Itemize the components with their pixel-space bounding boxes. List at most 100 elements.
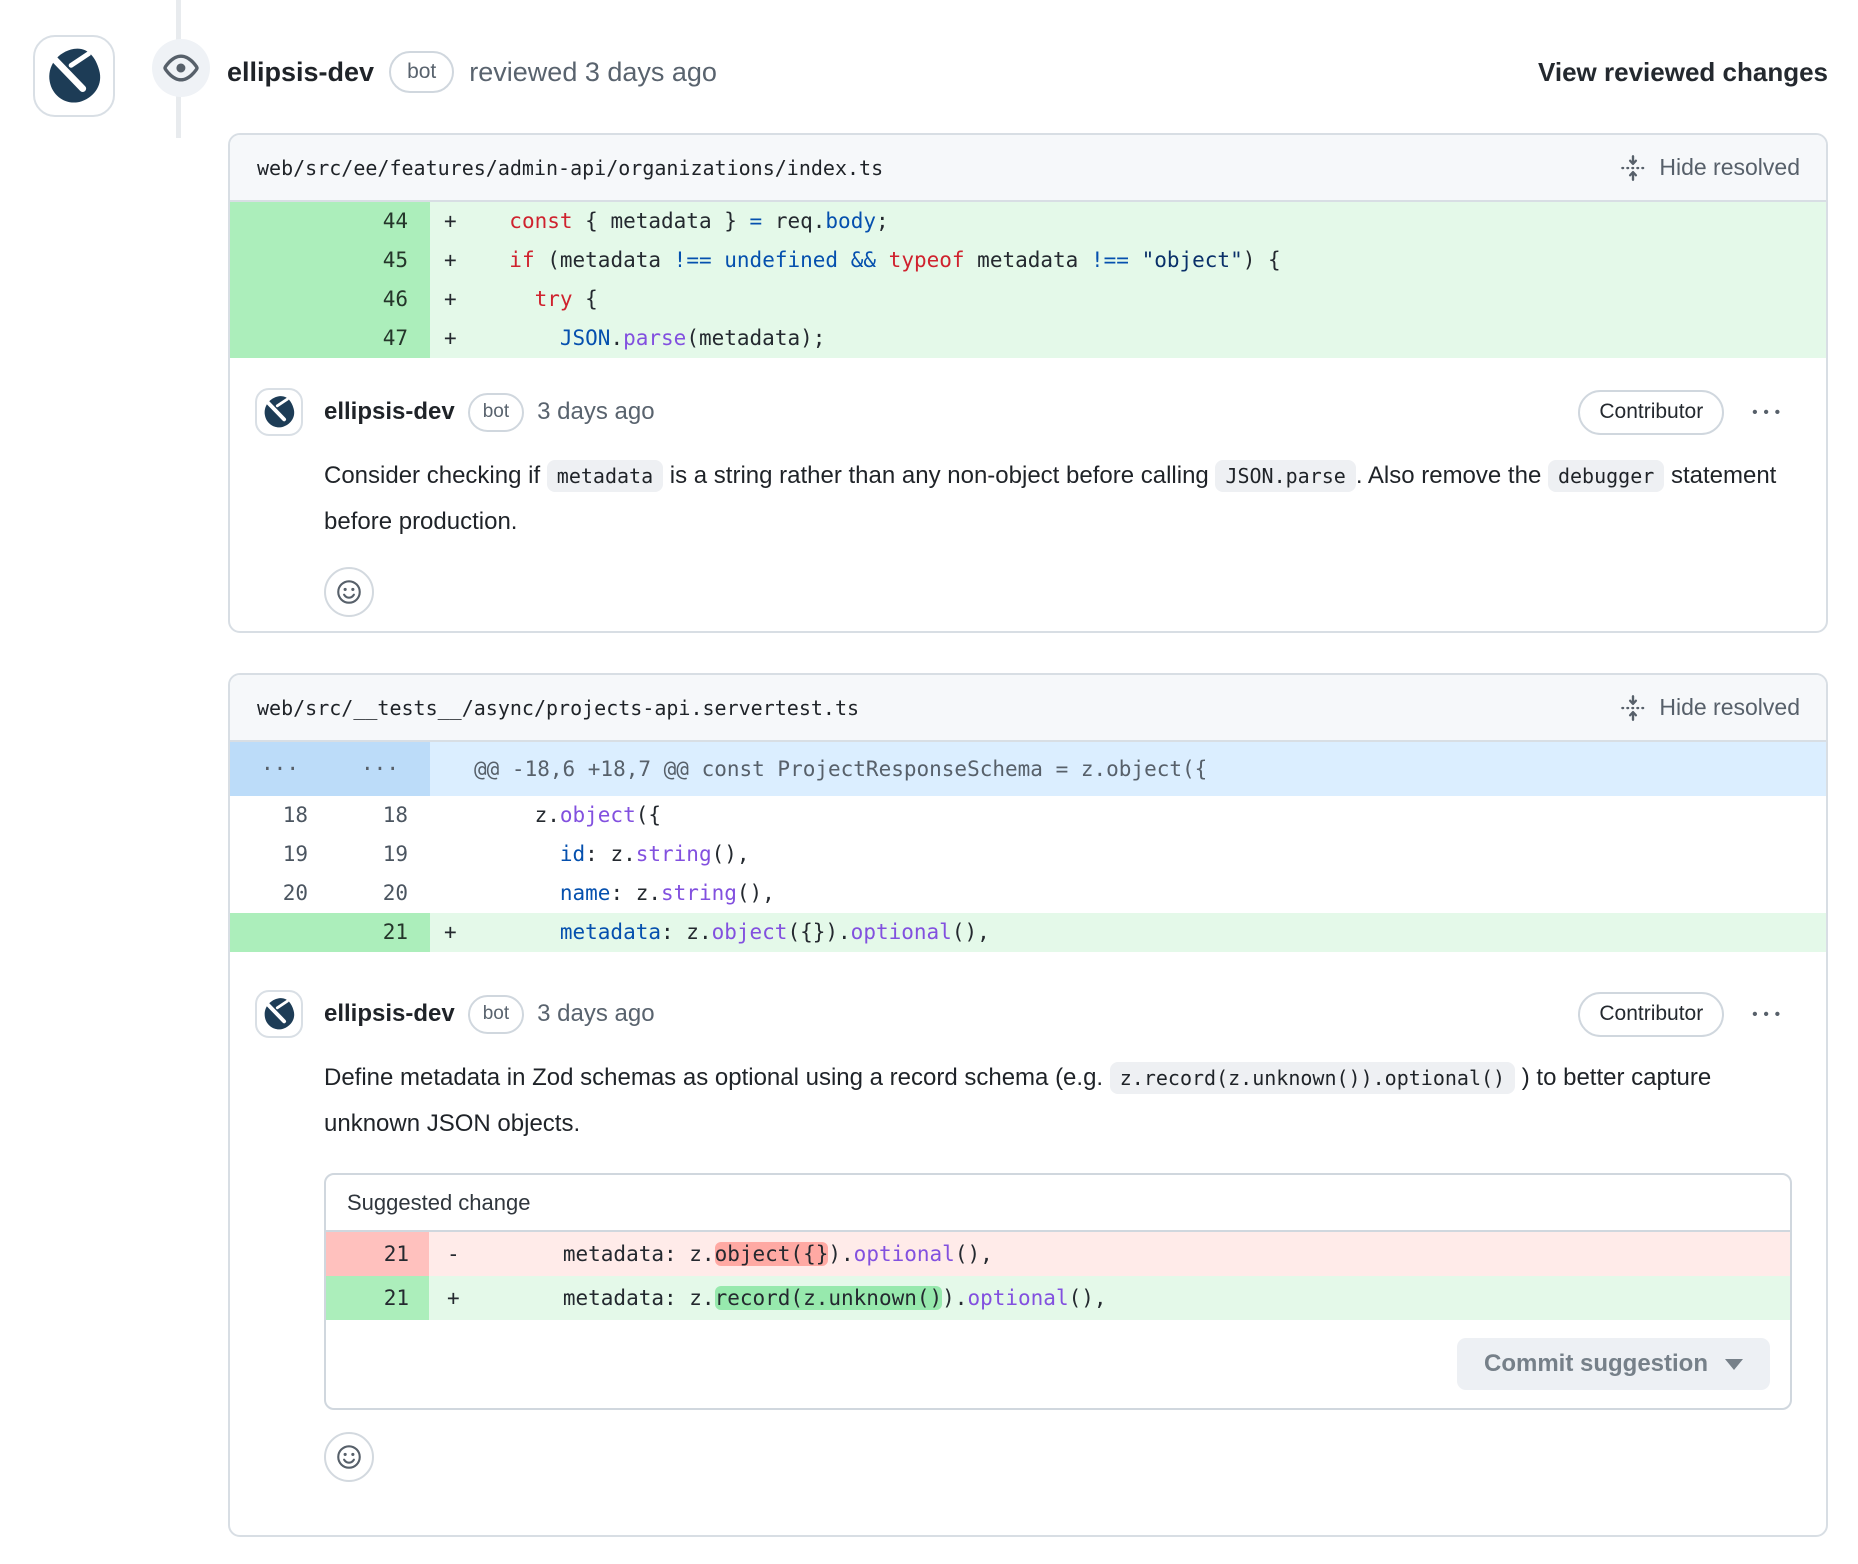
diff-marker: +	[430, 280, 484, 319]
code-token: (),	[955, 1242, 993, 1266]
review-action-text: reviewed 3 days ago	[469, 57, 717, 88]
smiley-icon	[335, 578, 363, 606]
code-token: id	[560, 842, 585, 866]
code-token: string	[636, 842, 712, 866]
avatar[interactable]	[33, 35, 115, 117]
code-text: metadata: z.record(z.unknown()).optional…	[487, 1276, 1107, 1320]
review-comment: ellipsis-dev bot 3 days ago Contributor …	[230, 952, 1826, 1482]
review-author[interactable]: ellipsis-dev	[227, 57, 374, 88]
commit-suggestion-button[interactable]: Commit suggestion	[1457, 1338, 1770, 1390]
code-token: try	[535, 287, 573, 311]
kebab-menu-icon[interactable]: •••	[1752, 1006, 1786, 1023]
avatar[interactable]	[255, 990, 303, 1038]
code-token: ).	[942, 1286, 967, 1310]
code-token: ) {	[1243, 248, 1281, 272]
hunk-header-text: @@ -18,6 +18,7 @@ const ProjectResponseS…	[430, 742, 1207, 796]
code-cell: id: z.string(),	[430, 835, 1826, 874]
suggestion-deleted-line: 21- metadata: z.object({}).optional(),	[326, 1232, 1790, 1276]
code-token: : z.	[610, 881, 661, 905]
line-number: 21	[326, 1232, 429, 1276]
code-text: name: z.string(),	[484, 874, 775, 913]
code-cell: + const { metadata } = req.body;	[430, 202, 1826, 241]
review-comment: ellipsis-dev bot 3 days ago Contributor …	[230, 358, 1826, 617]
avatar[interactable]	[255, 388, 303, 436]
old-line-number	[230, 319, 330, 358]
eye-review-badge	[152, 39, 210, 97]
new-line-number: 20	[330, 874, 430, 913]
new-line-number: 45	[330, 241, 430, 280]
suggestion-added-line: 21+ metadata: z.record(z.unknown()).opti…	[326, 1276, 1790, 1320]
diff-marker	[430, 874, 484, 913]
file-path-link[interactable]: web/src/__tests__/async/projects-api.ser…	[257, 696, 859, 720]
code-cell: z.object({	[430, 796, 1826, 835]
code-cell: - metadata: z.object({}).optional(),	[429, 1232, 1790, 1276]
comment-timestamp[interactable]: 3 days ago	[537, 398, 654, 426]
diff-marker: +	[430, 319, 484, 358]
code-token: (metadata	[535, 248, 674, 272]
bot-badge: bot	[468, 393, 524, 432]
bot-badge: bot	[468, 995, 524, 1034]
code-token	[1129, 248, 1142, 272]
view-reviewed-changes-link[interactable]: View reviewed changes	[1538, 57, 1828, 88]
comment-timestamp[interactable]: 3 days ago	[537, 1000, 654, 1028]
code-token: z.	[484, 803, 560, 827]
code-token: const	[509, 209, 572, 233]
old-line-number: ···	[230, 742, 330, 796]
old-line-number	[230, 202, 330, 241]
code-cell: + try {	[430, 280, 1826, 319]
kebab-menu-icon[interactable]: •••	[1752, 404, 1786, 421]
code-token	[484, 209, 509, 233]
smiley-icon	[335, 1443, 363, 1471]
file-header: web/src/__tests__/async/projects-api.ser…	[230, 675, 1826, 742]
suggested-change-title: Suggested change	[326, 1175, 1790, 1232]
code-cell: + JSON.parse(metadata);	[430, 319, 1826, 358]
code-token: optional	[851, 920, 952, 944]
fold-icon	[1618, 693, 1648, 723]
code-token: !==	[674, 248, 712, 272]
code-token: ).	[828, 1242, 853, 1266]
text-run: is a string rather than any non-object b…	[663, 462, 1215, 489]
text-run: Define metadata in Zod schemas as option…	[324, 1064, 1110, 1091]
file-path-link[interactable]: web/src/ee/features/admin-api/organizati…	[257, 156, 883, 180]
diff-line: 47+ JSON.parse(metadata);	[230, 319, 1826, 358]
new-line-number: 46	[330, 280, 430, 319]
diff-marker: +	[430, 241, 484, 280]
inline-code: debugger	[1548, 460, 1664, 492]
code-token: record(z.unknown()	[715, 1286, 943, 1310]
old-line-number: 20	[230, 874, 330, 913]
diff-line: 21+ metadata: z.object({}).optional(),	[230, 913, 1826, 952]
code-token: ({}).	[787, 920, 850, 944]
add-reaction-button[interactable]	[324, 567, 374, 617]
hide-resolved-button[interactable]: Hide resolved	[1618, 153, 1800, 183]
diff-marker: +	[430, 913, 484, 952]
diff-marker: -	[429, 1232, 487, 1276]
ellipsis-logo-icon	[261, 996, 297, 1032]
file-header: web/src/ee/features/admin-api/organizati…	[230, 135, 1826, 202]
code-cell: @@ -18,6 +18,7 @@ const ProjectResponseS…	[430, 742, 1826, 796]
code-token: ({	[636, 803, 661, 827]
code-token: object	[560, 803, 636, 827]
code-text: metadata: z.object({}).optional(),	[487, 1232, 993, 1276]
suggested-change-block: Suggested change 21- metadata: z.object(…	[324, 1173, 1792, 1410]
code-token: { metadata }	[573, 209, 750, 233]
hunk-line: ······@@ -18,6 +18,7 @@ const ProjectRes…	[230, 742, 1826, 796]
comment-author[interactable]: ellipsis-dev	[324, 1000, 455, 1028]
comment-body: Consider checking if metadata is a strin…	[324, 453, 1786, 545]
code-token: metadata	[560, 920, 661, 944]
code-token	[484, 842, 560, 866]
diff-line: 1818 z.object({	[230, 796, 1826, 835]
comment-body: Define metadata in Zod schemas as option…	[324, 1055, 1786, 1147]
suggestion-footer: Commit suggestion	[326, 1320, 1790, 1408]
old-line-number	[230, 913, 330, 952]
add-reaction-button[interactable]	[324, 1432, 374, 1482]
comment-author[interactable]: ellipsis-dev	[324, 398, 455, 426]
code-token: object	[712, 920, 788, 944]
hide-resolved-button[interactable]: Hide resolved	[1618, 693, 1800, 723]
comment-main: ellipsis-dev bot 3 days ago Contributor …	[324, 388, 1786, 617]
suggestion-diff: 21- metadata: z.object({}).optional(),21…	[326, 1232, 1790, 1320]
code-token: (),	[712, 842, 750, 866]
commit-suggestion-label: Commit suggestion	[1484, 1350, 1708, 1378]
diff-marker	[430, 796, 484, 835]
diff-line: 2020 name: z.string(),	[230, 874, 1826, 913]
old-line-number: 19	[230, 835, 330, 874]
